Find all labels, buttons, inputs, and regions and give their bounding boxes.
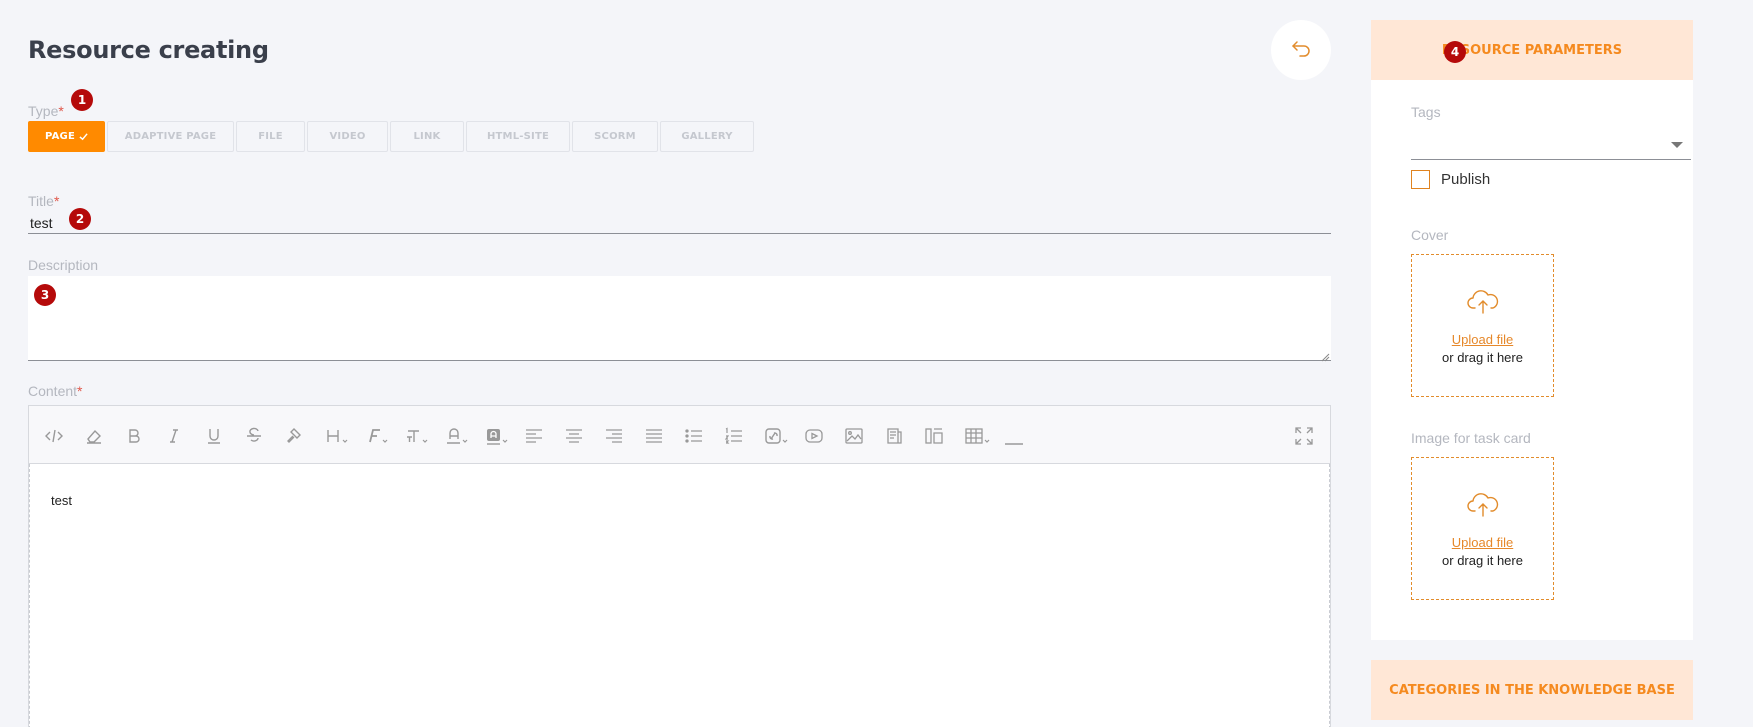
description-textarea[interactable]	[28, 276, 1331, 362]
publish-label: Publish	[1441, 171, 1491, 188]
bold-icon[interactable]	[121, 423, 147, 449]
categories-header[interactable]: CATEGORIES IN THE KNOWLEDGE BASE	[1371, 660, 1693, 720]
resource-parameters-title: RESOURCE PARAMETERS	[1441, 42, 1623, 58]
format-painter-icon[interactable]	[281, 423, 307, 449]
undo-arrow-icon	[1289, 36, 1313, 65]
background-color-icon[interactable]	[481, 423, 515, 449]
publish-checkbox-row[interactable]: Publish	[1411, 170, 1490, 189]
task-card-image-label: Image for task card	[1411, 430, 1531, 446]
image-icon[interactable]	[841, 423, 867, 449]
back-button[interactable]	[1271, 20, 1331, 80]
tags-select[interactable]	[1411, 130, 1691, 160]
align-justify-icon[interactable]	[641, 423, 667, 449]
type-option-file[interactable]: FILE	[236, 121, 305, 152]
type-selector: PAGE ADAPTIVE PAGE FILE VIDEO LINK HTML-…	[28, 121, 754, 152]
cover-label: Cover	[1411, 227, 1449, 243]
underline-icon[interactable]	[201, 423, 227, 449]
categories-title: CATEGORIES IN THE KNOWLEDGE BASE	[1389, 682, 1675, 698]
type-label: Type*	[28, 103, 64, 119]
chevron-down-icon	[1671, 142, 1683, 148]
cover-upload-dropzone[interactable]: Upload file or drag it here	[1411, 254, 1554, 397]
page-title: Resource creating	[28, 36, 269, 64]
tags-label: Tags	[1411, 104, 1441, 120]
type-option-page[interactable]: PAGE	[28, 121, 105, 152]
bullet-list-icon[interactable]	[681, 423, 707, 449]
content-editor: test	[28, 405, 1331, 727]
editor-text: test	[51, 493, 72, 508]
type-option-adaptive-page[interactable]: ADAPTIVE PAGE	[107, 121, 234, 152]
annotation-marker-2: 2	[69, 208, 91, 230]
cover-upload-link[interactable]: Upload file	[1452, 332, 1513, 347]
check-icon	[79, 132, 88, 141]
task-card-upload-link[interactable]: Upload file	[1452, 535, 1513, 550]
video-icon[interactable]	[801, 423, 827, 449]
type-option-scorm[interactable]: SCORM	[572, 121, 658, 152]
layout-icon[interactable]	[921, 423, 947, 449]
file-icon[interactable]	[881, 423, 907, 449]
resource-parameters-panel: RESOURCE PARAMETERS 4 Tags Publish Cover…	[1371, 20, 1693, 640]
font-family-icon[interactable]	[361, 423, 395, 449]
code-view-icon[interactable]	[41, 423, 67, 449]
annotation-marker-3: 3	[34, 284, 56, 306]
resize-handle-icon[interactable]	[1320, 349, 1330, 362]
type-option-label: PAGE	[45, 131, 75, 142]
cloud-upload-icon	[1466, 287, 1500, 320]
heading-icon[interactable]	[321, 423, 355, 449]
eraser-icon[interactable]	[81, 423, 107, 449]
link-icon[interactable]	[761, 423, 795, 449]
horizontal-line-icon[interactable]	[1001, 423, 1027, 449]
numbered-list-icon[interactable]	[721, 423, 747, 449]
type-option-html-site[interactable]: HTML-SITE	[466, 121, 570, 152]
content-label: Content*	[28, 383, 83, 399]
align-left-icon[interactable]	[521, 423, 547, 449]
annotation-marker-1: 1	[71, 89, 93, 111]
task-card-upload-dropzone[interactable]: Upload file or drag it here	[1411, 457, 1554, 600]
fullscreen-icon[interactable]	[1291, 423, 1317, 449]
title-input[interactable]: test	[28, 213, 1331, 234]
cloud-upload-icon	[1466, 490, 1500, 523]
editor-toolbar	[29, 406, 1330, 464]
font-size-icon[interactable]	[401, 423, 435, 449]
text-color-icon[interactable]	[441, 423, 475, 449]
type-option-link[interactable]: LINK	[390, 121, 464, 152]
description-label: Description	[28, 257, 99, 273]
title-label: Title*	[28, 193, 60, 209]
align-center-icon[interactable]	[561, 423, 587, 449]
publish-checkbox[interactable]	[1411, 170, 1430, 189]
cover-upload-hint: or drag it here	[1442, 349, 1523, 365]
annotation-marker-4: 4	[1444, 41, 1466, 63]
align-right-icon[interactable]	[601, 423, 627, 449]
resource-parameters-header: RESOURCE PARAMETERS	[1371, 20, 1693, 80]
strikethrough-icon[interactable]	[241, 423, 267, 449]
editor-content-area[interactable]: test	[29, 464, 1330, 727]
task-card-upload-hint: or drag it here	[1442, 552, 1523, 568]
table-icon[interactable]	[961, 423, 995, 449]
type-option-gallery[interactable]: GALLERY	[660, 121, 754, 152]
italic-icon[interactable]	[161, 423, 187, 449]
type-option-video[interactable]: VIDEO	[307, 121, 388, 152]
